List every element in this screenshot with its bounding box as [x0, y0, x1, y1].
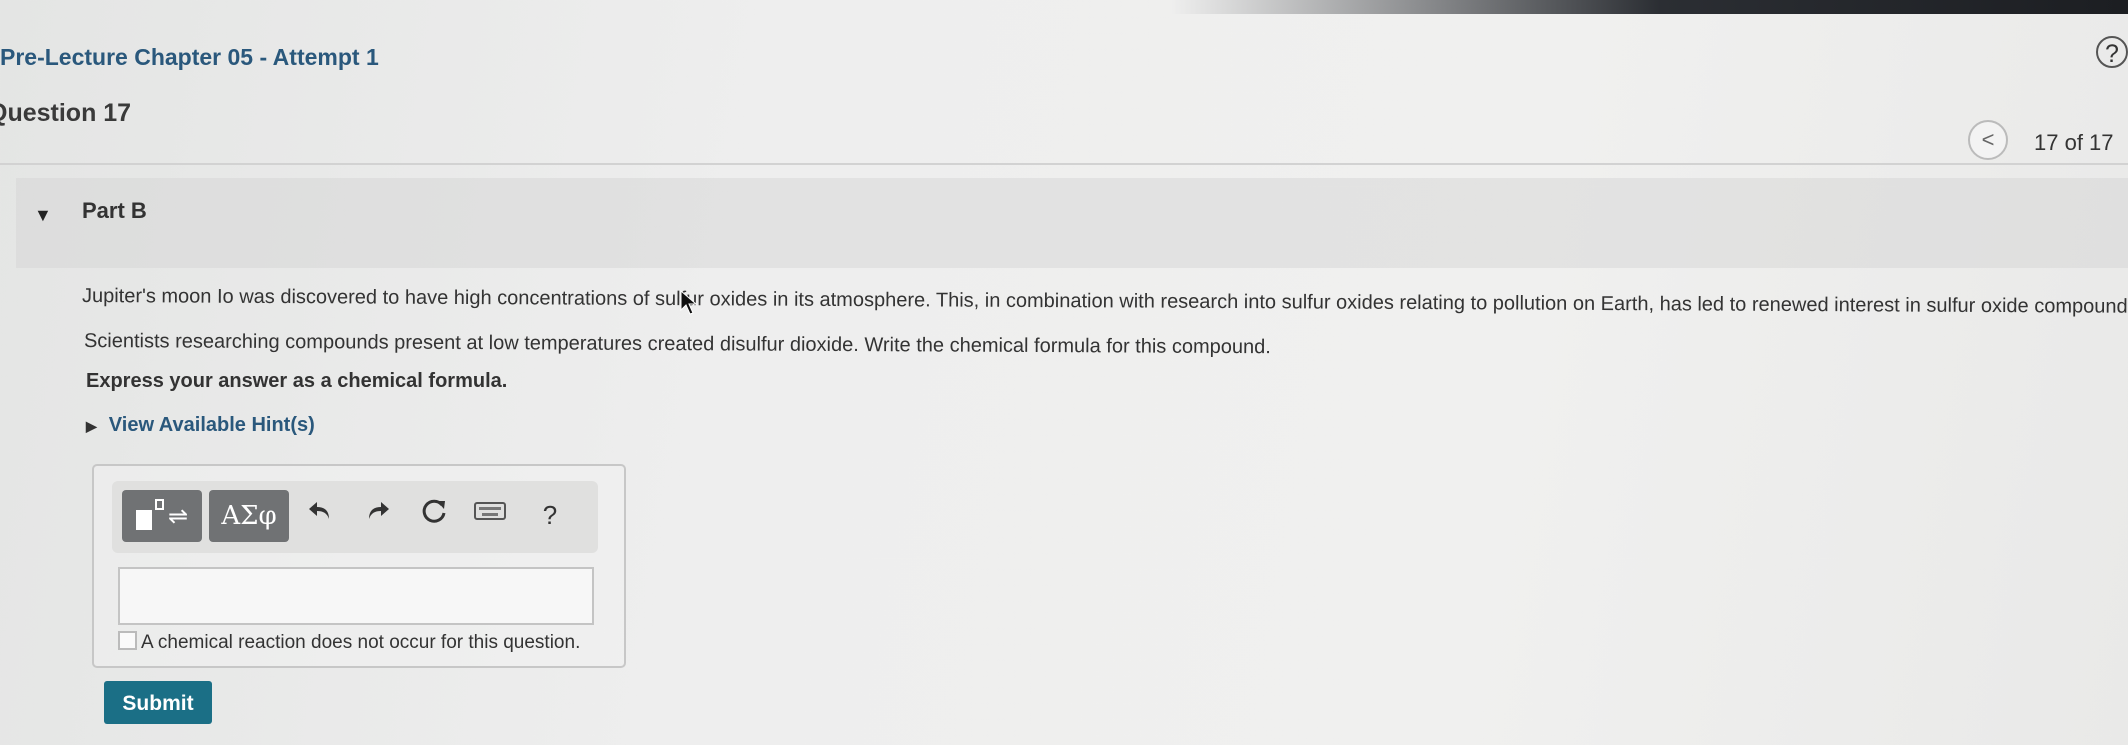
assignment-title: Pre-Lecture Chapter 05 - Attempt 1 [0, 44, 379, 70]
equilibrium-arrows-icon: ⇌ [168, 503, 189, 530]
view-hints-label: View Available Hint(s) [108, 414, 315, 436]
answer-instruction: Express your answer as a chemical formul… [86, 370, 508, 392]
question-counter: 17 of 17 [2034, 130, 2114, 155]
no-reaction-option[interactable]: A chemical reaction does not occur for t… [118, 631, 580, 654]
question-paragraph: Scientists researching compounds present… [83, 330, 1271, 359]
help-icon[interactable]: ? [2096, 36, 2128, 68]
undo-icon[interactable] [300, 495, 340, 535]
no-reaction-checkbox[interactable] [118, 631, 137, 650]
expand-triangle-icon: ▶ [86, 418, 97, 434]
reset-icon[interactable] [414, 495, 454, 535]
template-superscript-icon [155, 499, 164, 510]
submit-button[interactable]: Submit [104, 681, 212, 724]
keyboard-icon[interactable] [470, 495, 510, 535]
part-label: Part B [82, 198, 147, 223]
collapse-arrow-icon[interactable]: ▼ [34, 205, 52, 226]
answer-input[interactable] [118, 567, 594, 625]
template-box-icon [136, 510, 152, 530]
templates-button[interactable]: ⇌ [122, 490, 202, 542]
formula-toolbar: ⇌ ΑΣφ ? [112, 481, 598, 553]
part-header[interactable] [16, 178, 2128, 268]
no-reaction-label: A chemical reaction does not occur for t… [141, 632, 581, 653]
mouse-cursor-icon [680, 289, 698, 321]
greek-symbols-button[interactable]: ΑΣφ [209, 490, 289, 542]
question-title: Question 17 [0, 99, 132, 127]
toolbar-help-icon[interactable]: ? [530, 495, 570, 535]
redo-icon[interactable] [358, 495, 398, 535]
previous-question-button[interactable]: < [1968, 120, 2008, 160]
divider [0, 163, 2128, 165]
view-hints-link[interactable]: ▶ View Available Hint(s) [86, 414, 315, 437]
top-bar [0, 0, 2128, 14]
question-paragraph: Jupiter's moon Io was discovered to have… [81, 285, 2128, 318]
